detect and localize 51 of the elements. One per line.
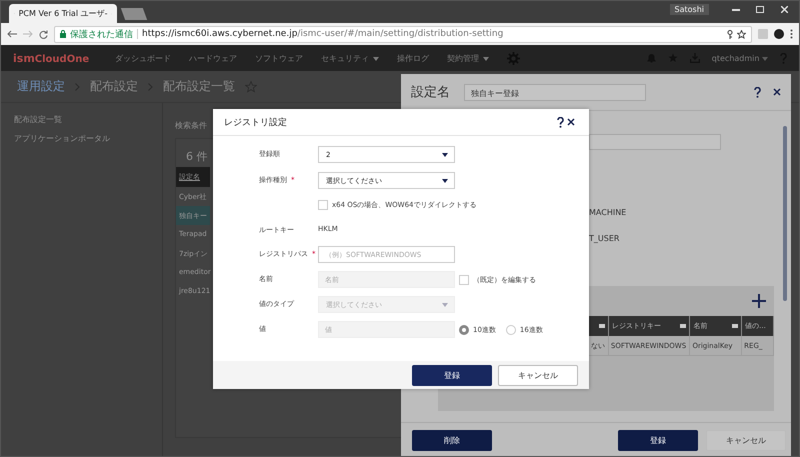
nav-item[interactable]: ソフトウェア (255, 52, 304, 64)
result-count: 6 件 (186, 150, 208, 163)
star-icon[interactable] (737, 30, 746, 38)
pin-icon[interactable] (680, 324, 686, 328)
caret-icon (442, 178, 448, 182)
secure-label: 保護された通信 (70, 28, 133, 40)
back-icon[interactable] (7, 30, 17, 38)
column-header[interactable] (589, 316, 609, 336)
search-label: 検索条件 (175, 121, 207, 130)
pin-icon[interactable] (598, 324, 605, 328)
input-field[interactable] (589, 134, 721, 150)
url-path: /ismc-user/#/main/setting/distribution-setting (297, 29, 504, 39)
root-key-option[interactable]: T_USER (589, 234, 791, 260)
browser-tab[interactable]: PCM Ver 6 Trial ユーザ- (9, 4, 117, 23)
dialog-button[interactable]: キャンセル (498, 364, 578, 386)
panel-button[interactable]: 削除 (412, 430, 492, 451)
user-menu[interactable]: qtechadmin (712, 54, 768, 62)
help-icon[interactable] (557, 116, 564, 128)
breadcrumb: 配布設定一覧 (163, 78, 235, 95)
nav-item[interactable]: 操作ログ (397, 52, 430, 64)
profile-name[interactable]: Satoshi (670, 4, 709, 15)
scrollbar[interactable] (783, 126, 787, 301)
dialog-button[interactable]: 登録 (412, 364, 492, 386)
new-tab-button[interactable] (120, 8, 148, 20)
field-label: 設定名 (411, 84, 450, 101)
caret-icon (483, 56, 490, 60)
caret-icon (442, 302, 448, 306)
plus-icon[interactable] (752, 294, 766, 308)
reload-icon[interactable] (39, 30, 48, 38)
nav-item[interactable]: セキュリティ (321, 52, 380, 64)
url-host: https://ismc60i.aws.cybernet.ne.jp (137, 29, 298, 39)
nav-item[interactable]: ハードウェア (189, 52, 238, 64)
dialog-title: レジストリ設定 (224, 116, 287, 128)
tab-title: PCM Ver 6 Trial ユーザ- (18, 8, 108, 19)
panel-button[interactable]: 登録 (618, 430, 698, 451)
root-key-option[interactable]: MACHINE (589, 208, 791, 234)
help-icon[interactable] (754, 86, 761, 98)
nav-item[interactable]: 契約管理 (447, 52, 490, 64)
menu-icon[interactable] (790, 29, 793, 39)
sidebar-item[interactable]: 配布設定一覧 (1, 109, 162, 128)
nav-item[interactable]: ダッシュボード (115, 52, 172, 64)
lock-icon (60, 30, 66, 38)
caret-icon (373, 56, 380, 60)
key-icon[interactable] (727, 30, 733, 38)
sidebar-item[interactable]: アプリケーションポータル (1, 128, 162, 147)
panel-button[interactable]: キャンセル (706, 430, 786, 451)
caret-icon (442, 152, 448, 156)
address-bar[interactable]: 保護された通信 https://ismc60i.aws.cybernet.ne.jp/ismc-user/#/main/setting/distribution-setting (54, 26, 752, 42)
caret-icon (762, 56, 768, 60)
pin-icon[interactable] (732, 324, 738, 328)
name-field[interactable]: 独自キー登録 (464, 84, 646, 100)
